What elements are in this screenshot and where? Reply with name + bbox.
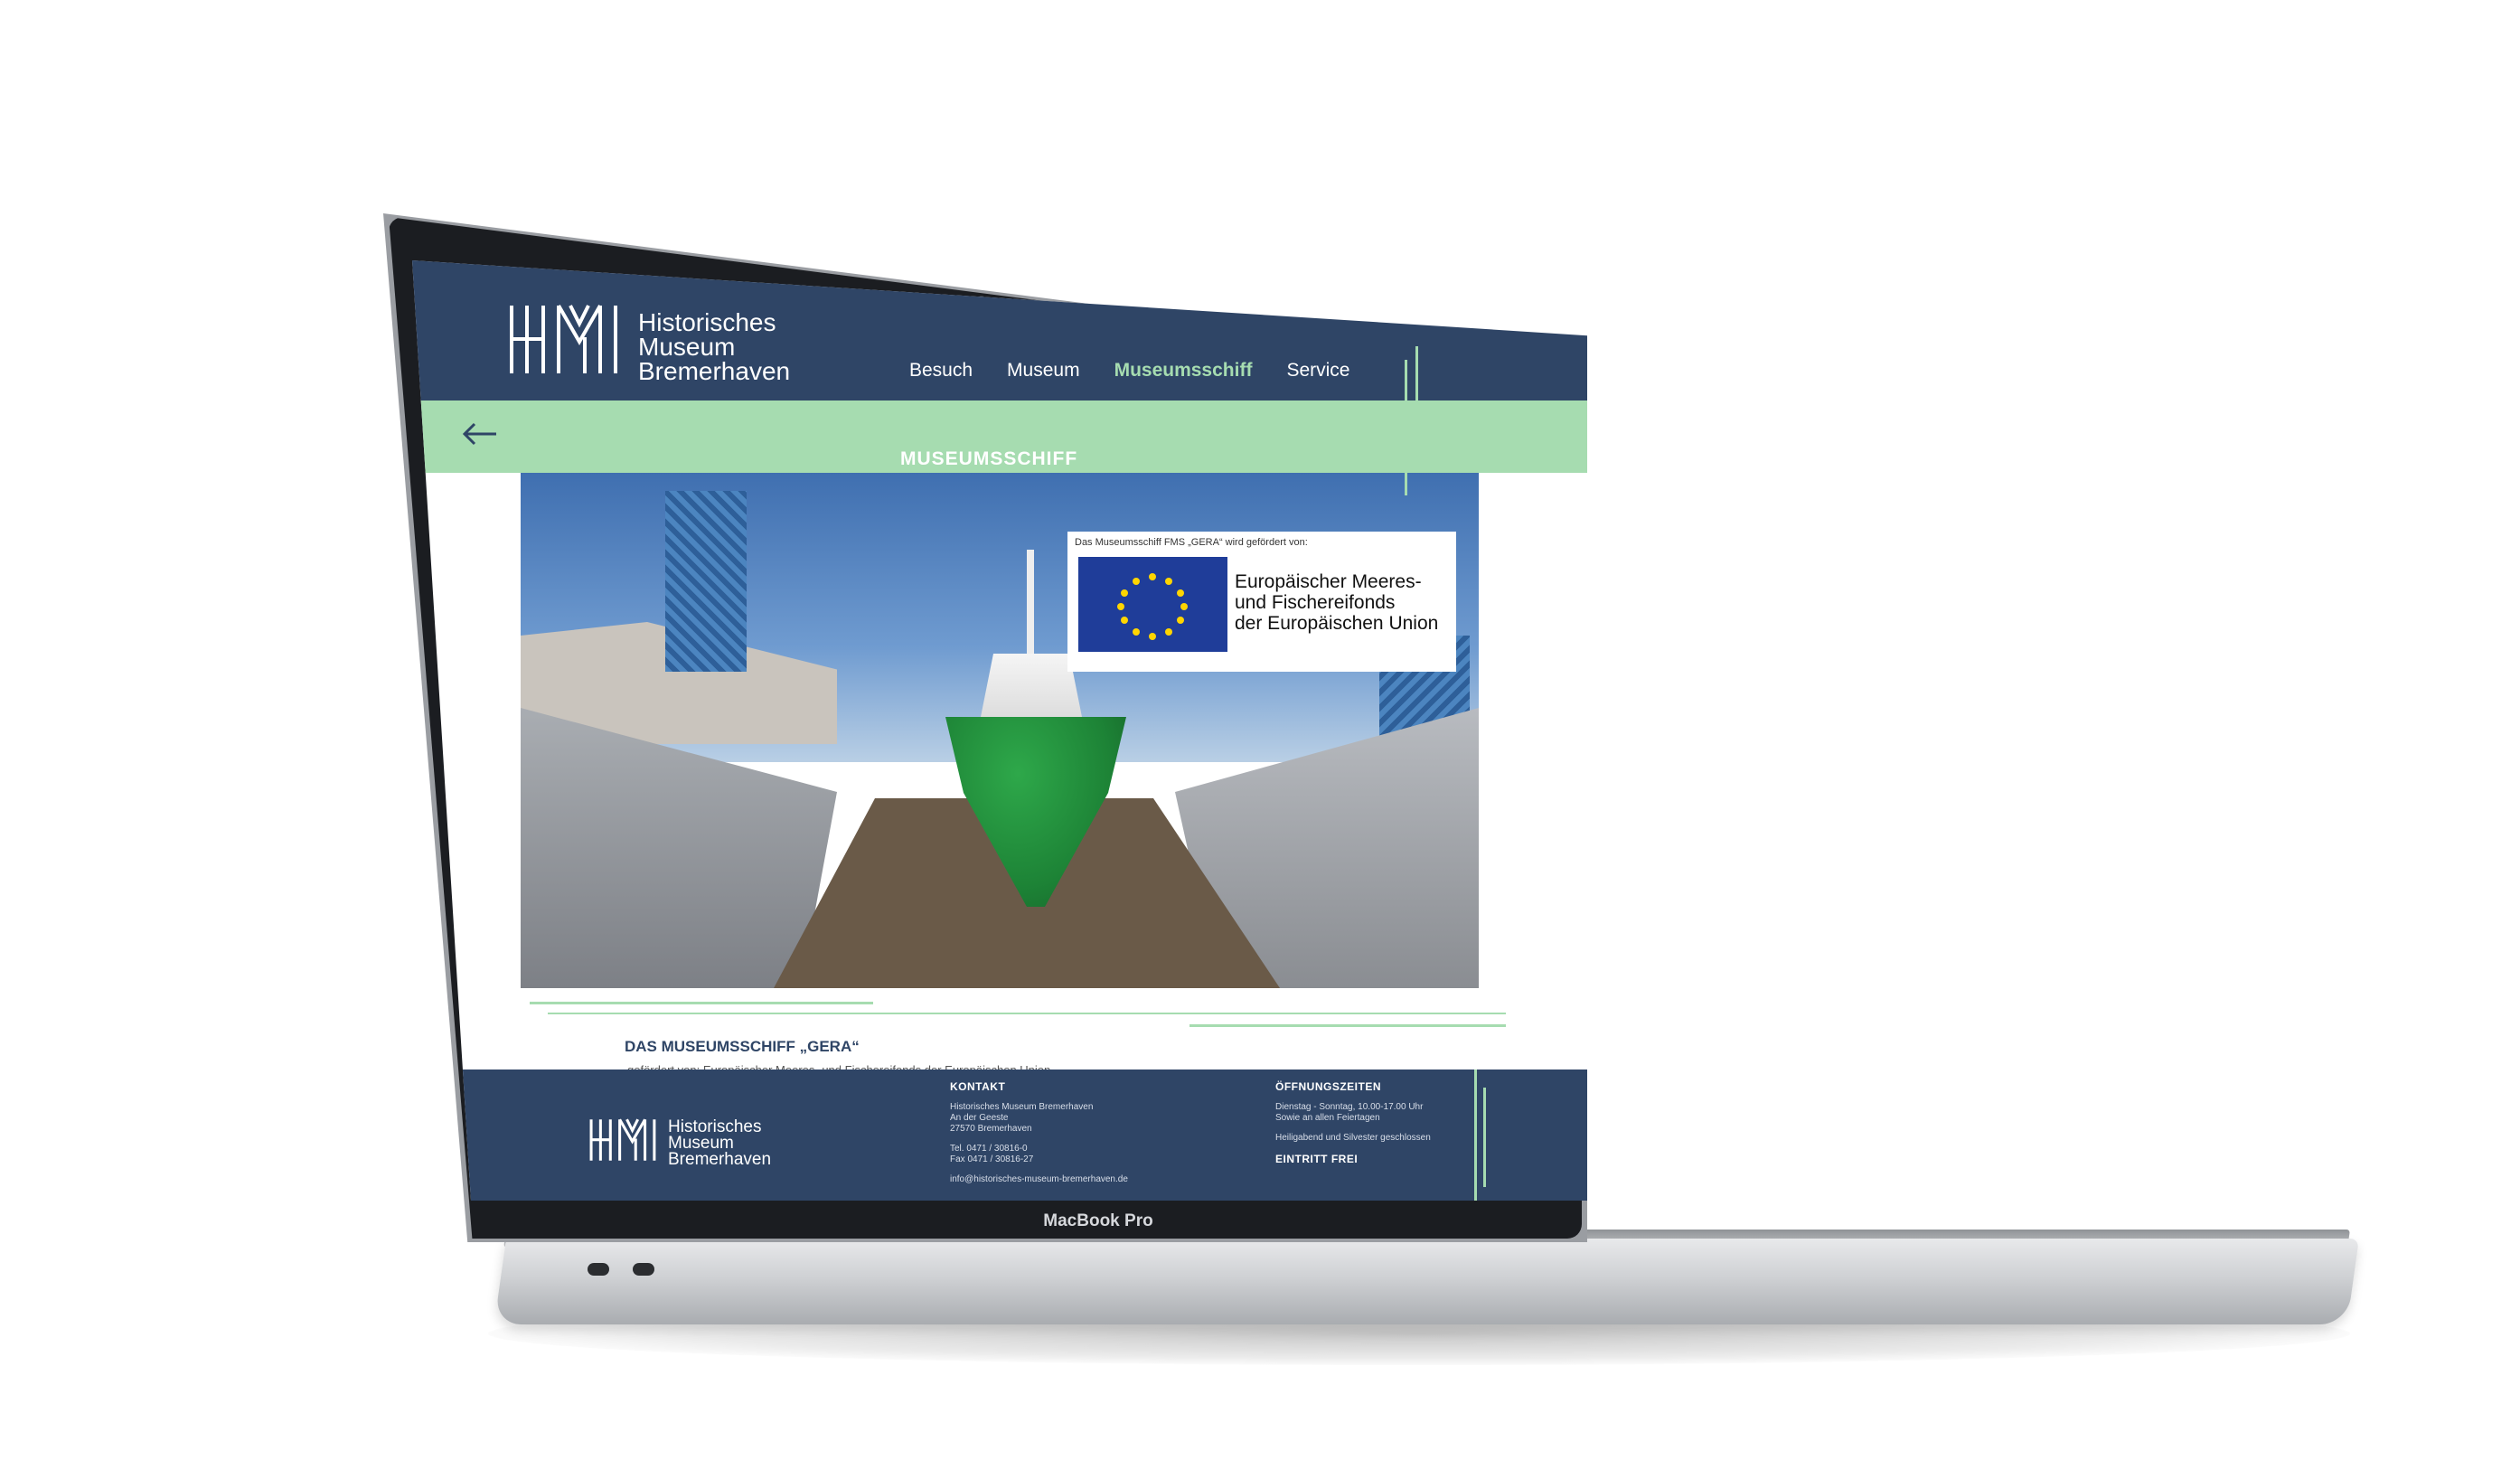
closed-note: Heiligabend und Silvester geschlossen	[1275, 1133, 1431, 1143]
nav-item-museumsschiff[interactable]: Museumsschiff	[1114, 360, 1253, 382]
eu-fund-line: der Europäischen Union	[1235, 613, 1439, 634]
phone-number[interactable]: Tel. 0471 / 30816-0	[950, 1144, 1128, 1154]
fax-number: Fax 0471 / 30816-27	[950, 1154, 1034, 1164]
footer-hours: ÖFFNUNGSZEITEN Dienstag - Sonntag, 10.00…	[1275, 1080, 1431, 1174]
hm-logo-icon[interactable]	[588, 1117, 663, 1164]
device-label: MacBook Pro	[1043, 1211, 1153, 1230]
eu-funding-badge: Das Museumsschiff FMS „GERA“ wird geförd…	[1067, 532, 1456, 672]
logo-line: Museum	[638, 333, 736, 361]
back-arrow-icon[interactable]	[462, 420, 498, 448]
hours-line: Dienstag - Sonntag, 10.00-17.00 Uhr	[1275, 1102, 1424, 1112]
nav-item-service[interactable]: Service	[1286, 360, 1349, 382]
page-title: MUSEUMSSCHIFF	[900, 448, 1078, 469]
address-line: 27570 Bremerhaven	[950, 1124, 1032, 1134]
article-title: DAS MUSEUMSSCHIFF „GERA“	[625, 1038, 860, 1055]
nav-item-besuch[interactable]: Besuch	[909, 360, 973, 382]
hero-image: Das Museumsschiff FMS „GERA“ wird geförd…	[521, 473, 1479, 988]
email-link[interactable]: info@historisches-museum-bremerhaven.de	[950, 1174, 1128, 1185]
decor-line	[1474, 1070, 1477, 1201]
logo-line: Historisches	[638, 308, 776, 336]
mockup-scene: MacBook Pro Historisches Museum Bremerha…	[0, 0, 2520, 1470]
contact-heading: KONTAKT	[950, 1080, 1006, 1093]
site-logo-text[interactable]: Historisches Museum Bremerhaven	[638, 308, 791, 385]
site-footer: Historisches Museum Bremerhaven KONTAKT …	[412, 1070, 1587, 1201]
address-line: An der Geeste	[950, 1113, 1009, 1123]
footer-logo-text[interactable]: Historisches Museum Bremerhaven	[668, 1118, 772, 1169]
hours-line: Sowie an allen Feiertagen	[1275, 1113, 1380, 1123]
eu-fund-line: Europäischer Meeres-	[1235, 571, 1422, 592]
eu-caption: Das Museumsschiff FMS „GERA“ wird geförd…	[1075, 537, 1308, 548]
laptop-base	[494, 1239, 2359, 1324]
address-line: Historisches Museum Bremerhaven	[950, 1102, 1094, 1112]
eu-fund-name: Europäischer Meeres- und Fischereifonds …	[1235, 571, 1438, 634]
crane-left	[665, 491, 747, 672]
decor-line	[1483, 1088, 1486, 1187]
usb-c-port-icon	[633, 1263, 654, 1276]
decor-line	[548, 1013, 1506, 1014]
ship-mast	[1027, 550, 1034, 667]
logo-line: Bremerhaven	[638, 357, 791, 385]
free-entry: EINTRITT FREI	[1275, 1153, 1359, 1165]
usb-c-port-icon	[588, 1263, 609, 1276]
decor-line	[1405, 360, 1407, 495]
footer-contact: KONTAKT Historisches Museum Bremerhaven …	[950, 1080, 1128, 1185]
logo-line: Bremerhaven	[668, 1150, 772, 1169]
main-nav: Besuch Museum Museumsschiff Service	[909, 360, 1349, 382]
site-header: Historisches Museum Bremerhaven Besuch M…	[412, 260, 1587, 400]
eu-flag-icon	[1078, 557, 1227, 652]
decor-line	[530, 1002, 873, 1004]
hm-logo-icon[interactable]	[507, 301, 629, 378]
eu-fund-line: und Fischereifonds	[1235, 592, 1396, 613]
decor-line	[1415, 346, 1418, 464]
decor-line	[1189, 1024, 1506, 1027]
hours-heading: ÖFFNUNGSZEITEN	[1275, 1080, 1381, 1093]
nav-item-museum[interactable]: Museum	[1007, 360, 1080, 382]
website-screen: Historisches Museum Bremerhaven Besuch M…	[412, 260, 1587, 1201]
